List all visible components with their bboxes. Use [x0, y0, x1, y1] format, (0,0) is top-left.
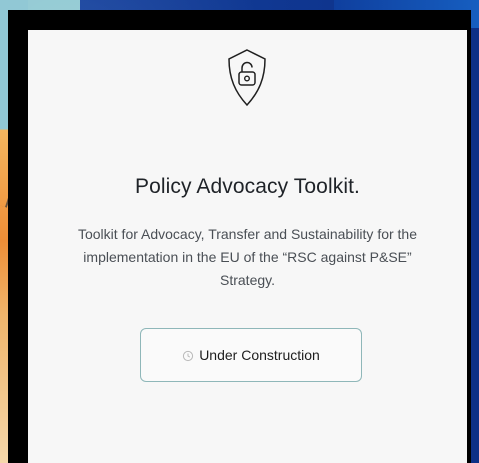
page-title: Policy Advocacy Toolkit. [135, 175, 360, 198]
card-frame: Policy Advocacy Toolkit. Toolkit for Adv… [8, 10, 471, 463]
shield-lock-icon [224, 48, 270, 108]
under-construction-label: Under Construction [199, 347, 320, 363]
toolkit-description: Toolkit for Advocacy, Transfer and Susta… [77, 226, 418, 288]
clock-icon [182, 349, 194, 362]
under-construction-button[interactable]: Under Construction [140, 328, 362, 382]
policy-card: Policy Advocacy Toolkit. Toolkit for Adv… [28, 30, 467, 463]
